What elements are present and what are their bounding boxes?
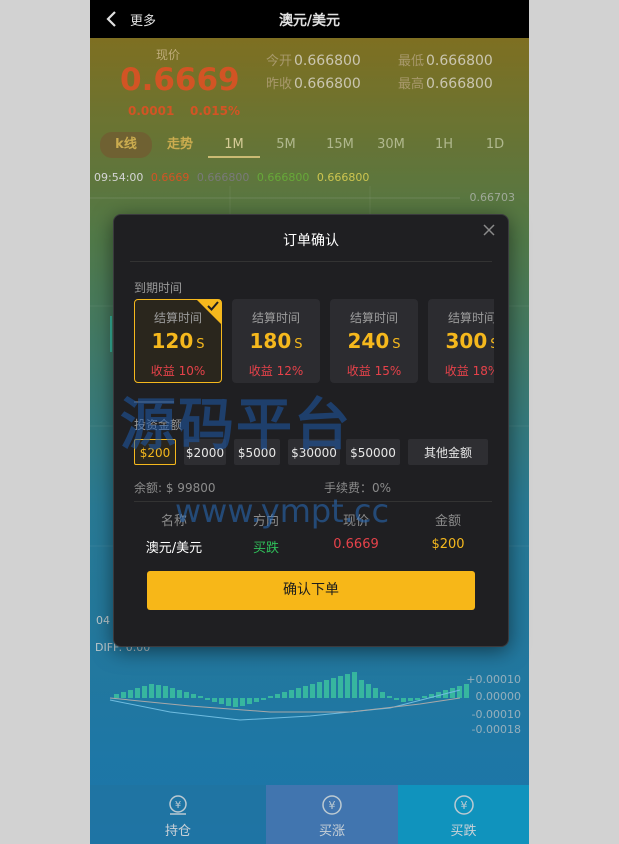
summary-header: 金额 xyxy=(434,514,461,529)
checkmark-icon xyxy=(207,301,219,311)
dialog-title: 订单确认 xyxy=(283,233,339,249)
amount-option[interactable]: $2000 xyxy=(184,439,226,465)
balance-text: 余额: $ 99800 xyxy=(134,481,216,495)
divider xyxy=(130,261,492,262)
summary-header: 现价 xyxy=(342,514,369,529)
amount-option[interactable]: $5000 xyxy=(234,439,280,465)
close-icon[interactable] xyxy=(482,223,496,237)
summary-direction: 买跌 xyxy=(252,541,279,556)
expiry-caption: 结算时间 xyxy=(251,311,300,325)
divider xyxy=(134,501,492,502)
expiry-seconds: 300S xyxy=(445,329,494,353)
divider xyxy=(134,401,174,403)
expiry-return: 收益 18% xyxy=(444,364,494,378)
amount-option[interactable]: $30000 xyxy=(288,439,340,465)
amount-options: $200 $2000 $5000 $30000 $50000 其他金额 xyxy=(134,439,500,467)
expiry-option-240[interactable]: 结算时间 240 S 收益 15% xyxy=(330,299,418,383)
summary-amount: $200 xyxy=(431,537,465,552)
expiry-seconds: 120 S xyxy=(151,329,205,353)
fee-text: 手续费：0% xyxy=(324,481,392,495)
expiry-return: 收益 15% xyxy=(346,364,402,378)
expiry-option-120[interactable]: 结算时间 120 S 收益 10% xyxy=(134,299,222,383)
expiry-option-180[interactable]: 结算时间 180 S 收益 12% xyxy=(232,299,320,383)
expiry-seconds: 180 S xyxy=(249,329,303,353)
amount-option[interactable]: $50000 xyxy=(346,439,400,465)
expiry-caption: 结算时间 xyxy=(447,311,494,325)
expiry-options: 结算时间 120 S 收益 10% 结算时间 180 S 收益 12% 结算时间 2… xyxy=(134,299,494,385)
expiry-seconds: 240 S xyxy=(347,329,401,353)
expiry-label: 到期时间 xyxy=(134,281,183,295)
amount-other[interactable]: 其他金额 xyxy=(408,439,488,465)
summary-header: 方向 xyxy=(252,514,279,529)
summary-header: 名称 xyxy=(160,514,187,529)
expiry-caption: 结算时间 xyxy=(349,311,398,325)
invest-label: 投资金额 xyxy=(134,418,183,432)
expiry-return: 收益 12% xyxy=(248,364,304,378)
summary-name: 澳元/美元 xyxy=(145,541,203,556)
amount-option[interactable]: $200 xyxy=(134,439,176,465)
expiry-return: 收益 10% xyxy=(150,364,206,378)
summary-price: 0.6669 xyxy=(333,537,379,552)
order-confirm-dialog: 订单确认 到期时间 结算时间 120 S 收益 10% 结算时间 180 S 收益 … xyxy=(113,214,509,647)
confirm-order-button[interactable]: 确认下单 xyxy=(147,571,475,610)
expiry-option-300[interactable]: 结算时间 300S 收益 18% xyxy=(428,299,494,383)
